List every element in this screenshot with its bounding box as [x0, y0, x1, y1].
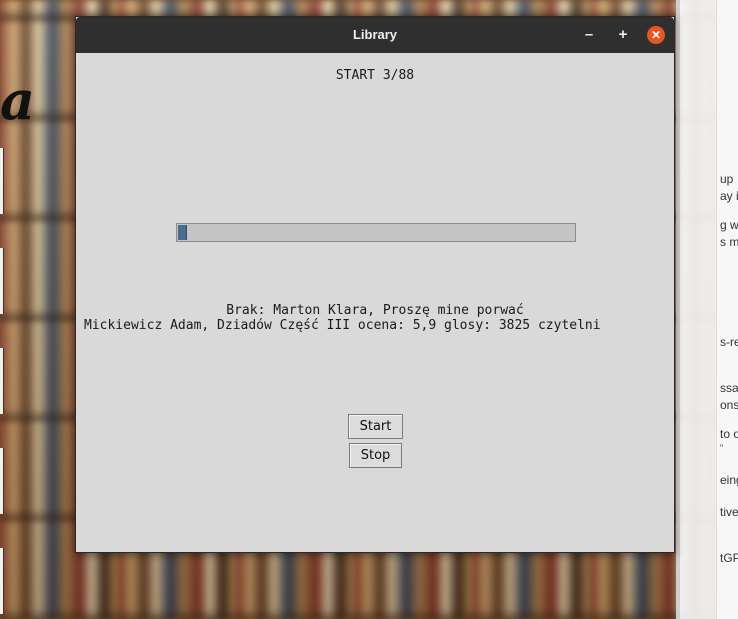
background-card-edge	[0, 348, 4, 414]
background-snippet: onse	[720, 398, 738, 412]
background-snippet: tive	[720, 505, 738, 519]
background-snippet: tGP	[720, 551, 738, 565]
maximize-icon[interactable]: +	[614, 26, 632, 44]
start-button[interactable]: Start	[348, 414, 403, 439]
background-snippet: eing	[720, 473, 738, 487]
background-card-edge	[0, 548, 4, 614]
background-card-edge	[0, 148, 4, 214]
background-snippet: up	[720, 172, 734, 186]
minimize-icon[interactable]: –	[580, 26, 598, 44]
background-snippet: s m	[720, 235, 738, 249]
stop-button[interactable]: Stop	[349, 443, 402, 468]
background-snippet: "	[720, 443, 724, 453]
status-header: START 3/88	[335, 68, 415, 83]
background-snippet: g wo	[720, 218, 738, 232]
background-logo-fragment: a	[0, 68, 35, 132]
status-book-line: Mickiewicz Adam, Dziadów Część III ocena…	[84, 318, 601, 333]
status-missing-line: Brak: Marton Klara, Proszę mine porwać	[226, 303, 524, 318]
background-snippet: ay it	[720, 189, 738, 203]
background-snippet: to o	[720, 427, 738, 441]
close-icon[interactable]: ✕	[647, 26, 665, 44]
library-window: Library – + ✕ START 3/88 Brak: Marton Kl…	[75, 16, 675, 553]
background-snippet: ssar	[720, 381, 738, 395]
background-card-edge	[0, 248, 4, 314]
window-titlebar[interactable]: Library – + ✕	[76, 17, 674, 53]
progress-fill	[178, 225, 187, 240]
background-left-page: a	[0, 0, 75, 619]
progress-bar	[176, 223, 576, 242]
background-card-edge	[0, 448, 4, 514]
background-snippet: s-re	[720, 335, 738, 349]
background-browser-panel: up ay it g wo s m s-re ssar onse to o " …	[676, 0, 738, 619]
background-browser-strip	[716, 0, 738, 619]
